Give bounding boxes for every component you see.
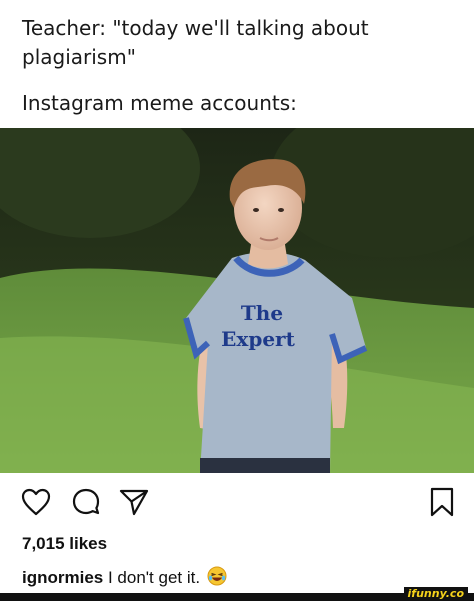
meme-caption: Teacher: "today we'll talking about plag…	[22, 14, 462, 118]
post-comment: ignormies I don't get it.	[22, 566, 227, 588]
comment-text: I don't get it.	[107, 568, 201, 587]
ifunny-watermark: ifunny.co	[403, 587, 468, 601]
bookmark-icon[interactable]	[426, 486, 458, 518]
comment-username[interactable]: ignormies	[22, 568, 103, 587]
boy-in-field-photo: The Expert	[0, 128, 474, 473]
like-count[interactable]: 7,015 likes	[22, 534, 107, 554]
send-icon[interactable]	[118, 486, 150, 518]
post-image[interactable]: The Expert	[0, 128, 474, 473]
caption-line-2: Instagram meme accounts:	[22, 91, 297, 115]
laughing-emoji-icon	[207, 566, 227, 586]
shirt-text-line-1: The	[241, 301, 283, 325]
post-actions-bar	[0, 486, 474, 530]
caption-line-1: Teacher: "today we'll talking about plag…	[22, 16, 369, 69]
heart-icon[interactable]	[20, 486, 52, 518]
shirt-text-line-2: Expert	[221, 327, 295, 351]
comment-icon[interactable]	[70, 486, 102, 518]
